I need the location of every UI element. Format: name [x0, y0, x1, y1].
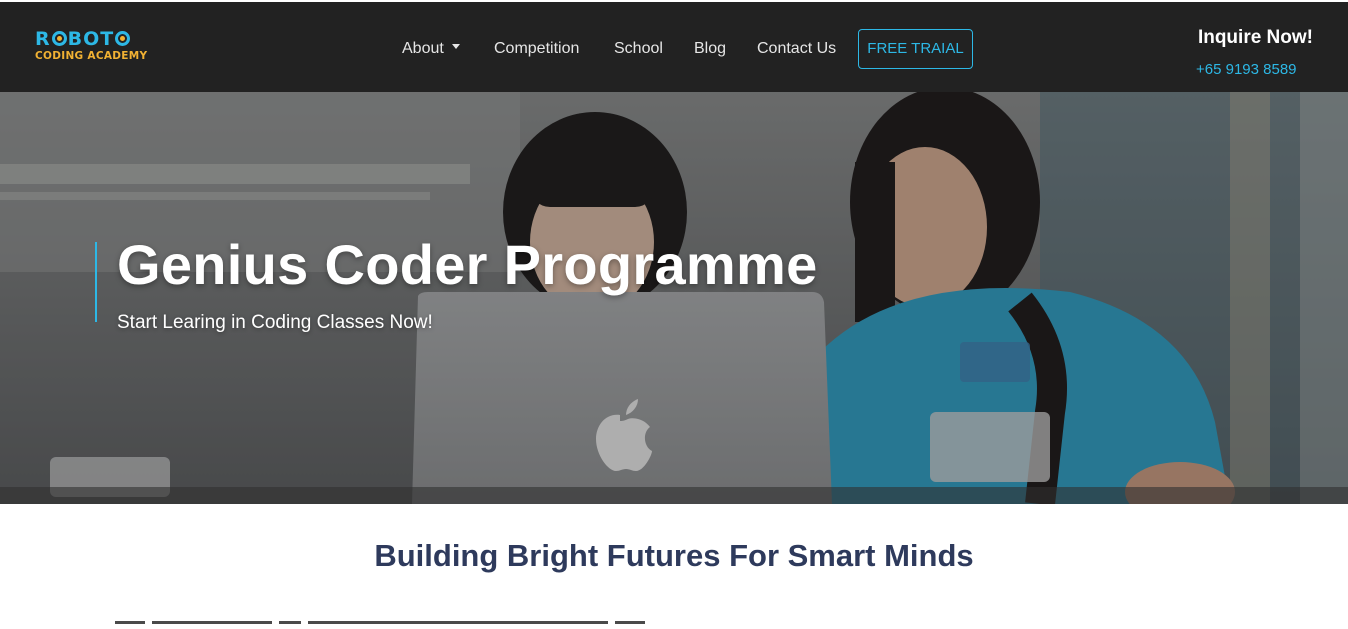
robot-eye-icon [51, 31, 67, 46]
inquire-heading: Inquire Now! [1197, 27, 1313, 48]
logo-wordmark: R BOT [35, 28, 160, 50]
brand-logo[interactable]: R BOT CODING ACADEMY [35, 28, 160, 68]
nav-item-competition[interactable]: Competition [494, 39, 579, 59]
phone-link[interactable]: +65 9193 8589 [1196, 61, 1297, 78]
hero-subtitle: Start Learing in Coding Classes Now! [117, 312, 433, 333]
nav-item-label: About [402, 40, 444, 57]
nav-item-school[interactable]: School [614, 39, 663, 59]
nav-item-blog[interactable]: Blog [694, 39, 726, 59]
nav-item-about[interactable]: About [402, 39, 460, 59]
hero-accent-bar [95, 242, 97, 322]
hero-banner: Genius Coder Programme Start Learing in … [0, 92, 1348, 504]
hero-title: Genius Coder Programme [117, 233, 818, 296]
nav-item-contact-us[interactable]: Contact Us [757, 39, 836, 59]
logo-tagline: CODING ACADEMY [35, 50, 148, 62]
caret-down-icon [451, 44, 460, 50]
robot-eye-icon [115, 31, 131, 46]
top-navbar: R BOT CODING ACADEMY About Competition Sc… [0, 0, 1348, 92]
hero-overlay [0, 92, 1348, 504]
free-trial-button[interactable]: FREE TRAIAL [858, 29, 973, 69]
section-title: Building Bright Futures For Smart Minds [374, 538, 974, 573]
cut-off-paragraph [115, 621, 655, 629]
